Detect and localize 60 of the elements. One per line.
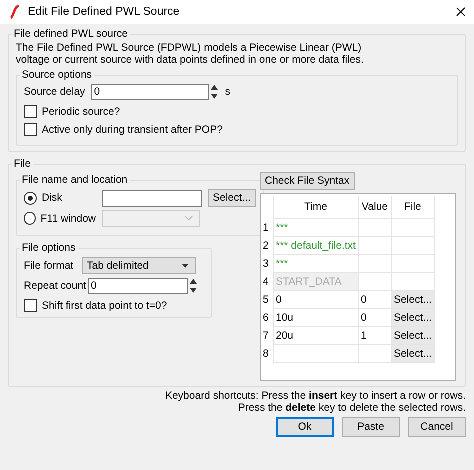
field-label: File format [24,260,75,272]
dialog-button[interactable]: Cancel [408,417,466,437]
checkbox[interactable] [24,299,37,312]
file-path-field[interactable] [102,190,202,206]
row-number: 1 [261,218,274,236]
description-text: The File Defined PWL Source (FDPWL) models a Piecewise Linear (PWL) voltage or current source with data points defined in one or more data files. [16,42,365,66]
chevron-down-icon [185,216,193,221]
table-cell[interactable]: 0 [358,308,392,326]
row-number: 8 [261,344,274,362]
row-number: 3 [261,254,274,272]
table-cell[interactable]: 0 [274,290,358,308]
app-logo-icon [10,5,20,19]
select-button[interactable]: Select... [208,189,256,207]
dialog-button[interactable]: Ok [276,417,334,437]
group-title: File name and location [22,174,128,186]
group-title: File options [22,242,76,254]
number-field[interactable]: 0 [88,278,188,294]
table-cell[interactable]: *** [274,218,358,236]
column-header: File [391,196,434,218]
file-select-button[interactable]: Select... [391,290,434,308]
field-label: Source delay [24,86,86,98]
table-cell[interactable]: 20u [274,326,358,344]
row-number: 6 [261,308,274,326]
shortcut-hint: Press the delete key to delete the selected rows. [237,402,466,414]
radio-label: F11 window [40,212,96,224]
file-select-button[interactable]: Select... [391,326,434,344]
file-format-dropdown[interactable]: Tab delimited [82,257,196,274]
row-number: 2 [261,236,274,254]
unit-label: s [225,86,231,98]
group-title: Source options [22,69,92,81]
row-number: 4 [261,272,274,290]
field-label: Repeat count [24,280,86,292]
table-cell[interactable]: 1 [358,326,392,344]
group-title: File [14,158,31,170]
row-number: 5 [261,290,274,308]
row-number: 7 [261,326,274,344]
column-header: Time [274,196,358,218]
radio-button[interactable] [24,192,37,204]
number-field[interactable]: 0 [91,84,210,100]
radio-label: Disk [42,192,62,204]
table-cell[interactable]: *** default_file.txt [274,236,358,254]
table-cell[interactable]: 10u [274,308,358,326]
dropdown-arrow-icon [182,264,189,268]
checkbox-label: Shift first data point to t=0? [42,300,168,312]
checkbox[interactable] [24,123,37,136]
checkbox-label: Periodic source? [42,106,120,118]
checkbox-label: Active only during transient after POP? [42,124,223,136]
spinner-arrows-icon[interactable] [189,278,198,294]
spinner-arrows-icon[interactable] [210,84,220,100]
shortcut-hint: Keyboard shortcuts: Press the insert key to insert a row or rows. [164,390,466,402]
file-select-button[interactable]: Select... [391,344,434,362]
column-header: Value [358,196,392,218]
check-file-syntax-button[interactable]: Check File Syntax [260,172,355,190]
window-title: Edit File Defined PWL Source [28,6,181,18]
checkbox[interactable] [24,105,37,118]
file-select-button[interactable]: Select... [391,308,434,326]
dialog-button[interactable]: Paste [342,417,400,437]
close-icon[interactable] [456,7,466,17]
table-cell[interactable]: 0 [358,290,392,308]
group-title: File defined PWL source [14,28,128,40]
